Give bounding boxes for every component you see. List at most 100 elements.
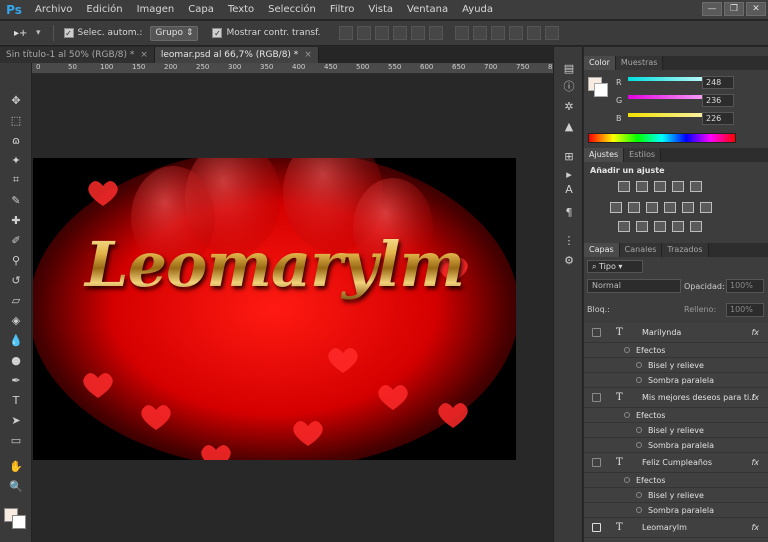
effects-icon[interactable]: fx <box>751 518 759 538</box>
crop-tool-icon[interactable]: ⌗ <box>6 171 26 189</box>
posterize-icon[interactable] <box>636 221 648 232</box>
eyedropper-tool-icon[interactable]: ✎ <box>6 191 26 209</box>
color-lookup-icon[interactable] <box>700 202 712 213</box>
auto-select-checkbox[interactable]: ✓ <box>63 28 74 38</box>
distribute-bottom-icon[interactable] <box>490 26 505 40</box>
auto-select-dropdown[interactable]: Grupo ⇕ <box>150 25 199 41</box>
clone-source-panel-icon[interactable]: ⚙ <box>560 253 578 269</box>
effect-visibility-icon[interactable] <box>636 377 642 383</box>
align-hcenter-icon[interactable] <box>410 26 425 40</box>
tab-sin-titulo[interactable]: Sin título-1 al 50% (RGB/8) * × <box>0 47 155 63</box>
close-button[interactable]: ✕ <box>746 2 766 16</box>
distribute-right-icon[interactable] <box>544 26 559 40</box>
gradient-map-icon[interactable] <box>672 221 684 232</box>
tab-canales[interactable]: Canales <box>619 243 663 257</box>
distribute-vcenter-icon[interactable] <box>472 26 487 40</box>
effect-visibility-icon[interactable] <box>624 412 630 418</box>
background-swatch[interactable] <box>594 83 608 97</box>
effect-row[interactable]: Bisel y relieve <box>584 488 768 503</box>
background-color-swatch[interactable] <box>12 515 26 529</box>
shape-tool-icon[interactable]: ▭ <box>6 431 26 449</box>
eraser-tool-icon[interactable]: ▱ <box>6 291 26 309</box>
close-icon[interactable]: × <box>304 50 312 60</box>
move-tool-icon[interactable]: ▸+ <box>14 28 36 39</box>
align-top-icon[interactable] <box>338 26 353 40</box>
menu-seleccion[interactable]: Selección <box>261 0 323 20</box>
tab-muestras[interactable]: Muestras <box>615 56 664 70</box>
align-bottom-icon[interactable] <box>374 26 389 40</box>
color-balance-icon[interactable] <box>628 202 640 213</box>
channel-r-value[interactable]: 248 <box>702 76 734 89</box>
opacity-input[interactable]: 100% <box>726 279 764 293</box>
invert-icon[interactable] <box>618 221 630 232</box>
curves-icon[interactable] <box>654 181 666 192</box>
pen-tool-icon[interactable]: ✒ <box>6 371 26 389</box>
move-tool-icon[interactable]: ✥ <box>6 91 26 109</box>
clone-stamp-tool-icon[interactable]: ⚲ <box>6 251 26 269</box>
effect-row[interactable]: Sombra paralela <box>584 438 768 453</box>
path-selection-tool-icon[interactable]: ➤ <box>6 411 26 429</box>
visibility-toggle-icon[interactable] <box>592 523 601 532</box>
levels-icon[interactable] <box>636 181 648 192</box>
menu-texto[interactable]: Texto <box>221 0 261 20</box>
hand-tool-icon[interactable]: ✋ <box>6 457 26 475</box>
effects-icon[interactable]: fx <box>751 388 759 408</box>
tab-ajustes[interactable]: Ajustes <box>584 148 625 162</box>
paragraph-panel-icon[interactable]: ¶ <box>560 205 578 221</box>
effects-group-row[interactable]: Efectos <box>584 408 768 423</box>
fill-input[interactable]: 100% <box>726 303 764 317</box>
exposure-icon[interactable] <box>672 181 684 192</box>
visibility-toggle-icon[interactable] <box>592 328 601 337</box>
history-panel-icon[interactable]: ▤ <box>560 61 578 77</box>
tab-color[interactable]: Color <box>584 56 616 70</box>
tab-leomar[interactable]: leomar.psd al 66,7% (RGB/8) * × <box>154 47 319 63</box>
effects-group-row[interactable]: Efectos <box>584 473 768 488</box>
distribute-hcenter-icon[interactable] <box>526 26 541 40</box>
navigator-panel-icon[interactable]: ✲ <box>560 99 578 115</box>
info-panel-icon[interactable]: ⓘ <box>560 79 578 95</box>
healing-brush-tool-icon[interactable]: ✚ <box>6 211 26 229</box>
distribute-top-icon[interactable] <box>454 26 469 40</box>
blend-mode-dropdown[interactable]: Normal <box>587 279 681 293</box>
menu-edicion[interactable]: Edición <box>79 0 129 20</box>
tool-preset-chevron-icon[interactable]: ▾ <box>36 28 41 38</box>
blur-tool-icon[interactable]: 💧 <box>6 331 26 349</box>
menu-imagen[interactable]: Imagen <box>130 0 182 20</box>
black-white-icon[interactable] <box>646 202 658 213</box>
layer-row[interactable]: T Leomarylm fx <box>584 518 768 538</box>
tab-capas[interactable]: Capas <box>584 243 620 257</box>
layer-row[interactable]: T Marilynda fx <box>584 323 768 343</box>
effect-row[interactable]: Sombra paralela <box>584 503 768 518</box>
minimize-button[interactable]: — <box>702 2 722 16</box>
effect-visibility-icon[interactable] <box>624 477 630 483</box>
effect-visibility-icon[interactable] <box>636 492 642 498</box>
menu-ventana[interactable]: Ventana <box>400 0 455 20</box>
menu-archivo[interactable]: Archivo <box>28 0 79 20</box>
layer-filter-dropdown[interactable]: ⌕ Tipo ▾ <box>587 260 643 273</box>
channel-g-value[interactable]: 236 <box>702 94 734 107</box>
hue-saturation-icon[interactable] <box>610 202 622 213</box>
layer-comps-panel-icon[interactable]: ⊞ <box>560 149 578 165</box>
zoom-tool-icon[interactable]: 🔍 <box>6 477 26 495</box>
effect-visibility-icon[interactable] <box>636 427 642 433</box>
align-vcenter-icon[interactable] <box>356 26 371 40</box>
effect-row[interactable]: Bisel y relieve <box>584 358 768 373</box>
dodge-tool-icon[interactable]: ● <box>6 351 26 369</box>
histogram-panel-icon[interactable]: ▲ <box>560 119 578 135</box>
visibility-toggle-icon[interactable] <box>592 458 601 467</box>
paint-bucket-tool-icon[interactable]: ◈ <box>6 311 26 329</box>
color-spectrum[interactable] <box>588 133 736 143</box>
tab-estilos[interactable]: Estilos <box>624 148 662 162</box>
menu-filtro[interactable]: Filtro <box>323 0 362 20</box>
effect-row[interactable]: Bisel y relieve <box>584 423 768 438</box>
brightness-contrast-icon[interactable] <box>618 181 630 192</box>
marquee-tool-icon[interactable]: ⬚ <box>6 111 26 129</box>
align-right-icon[interactable] <box>428 26 443 40</box>
magic-wand-tool-icon[interactable]: ✦ <box>6 151 26 169</box>
menu-capa[interactable]: Capa <box>181 0 221 20</box>
type-tool-icon[interactable]: T <box>6 391 26 409</box>
effects-group-row[interactable]: Efectos <box>584 343 768 358</box>
effect-visibility-icon[interactable] <box>636 362 642 368</box>
selective-color-icon[interactable] <box>690 221 702 232</box>
document-canvas[interactable]: Leomarylm <box>33 158 516 460</box>
